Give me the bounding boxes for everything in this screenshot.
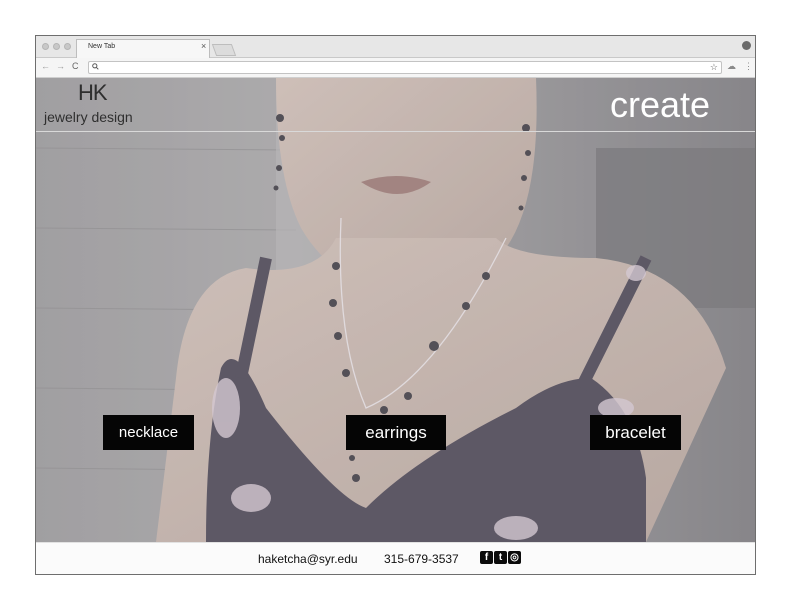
page-content: HK jewelry design create necklace earrin… <box>36 78 755 542</box>
site-footer: haketcha@syr.edu 315-679-3537 f t ◎ <box>36 542 755 574</box>
star-icon[interactable]: ☆ <box>710 62 718 73</box>
contact-email[interactable]: haketcha@syr.edu <box>258 552 358 566</box>
tab-bar: New Tab × <box>36 36 755 58</box>
contact-phone: 315-679-3537 <box>384 552 459 566</box>
twitter-icon[interactable]: t <box>494 551 507 564</box>
window-close-dot[interactable] <box>42 43 49 50</box>
earrings-button[interactable]: earrings <box>346 415 446 450</box>
facebook-icon[interactable]: f <box>480 551 493 564</box>
browser-toolbar: ← → C ☆ ☁ ⋮ <box>36 58 755 78</box>
bracelet-button[interactable]: bracelet <box>590 415 681 450</box>
window-minimize-dot[interactable] <box>53 43 60 50</box>
necklace-button[interactable]: necklace <box>103 415 194 450</box>
logo-subtitle: jewelry design <box>44 109 133 125</box>
address-bar[interactable]: ☆ <box>88 61 722 74</box>
forward-icon[interactable]: → <box>56 61 65 71</box>
back-icon[interactable]: ← <box>41 61 50 71</box>
profile-icon[interactable] <box>742 41 751 50</box>
reload-icon[interactable]: C <box>72 61 79 71</box>
search-icon <box>92 63 99 70</box>
tab-close-icon[interactable]: × <box>201 41 206 51</box>
instagram-icon[interactable]: ◎ <box>508 551 521 564</box>
extension-icon[interactable]: ☁ <box>727 61 736 72</box>
tab-title: New Tab <box>88 43 116 50</box>
browser-window: New Tab × ← → C ☆ ☁ ⋮ HK jewelry design … <box>35 35 756 575</box>
new-tab-button[interactable] <box>211 44 237 56</box>
hero-photo <box>36 78 755 542</box>
site-header: HK jewelry design create <box>36 78 755 132</box>
menu-icon[interactable]: ⋮ <box>744 61 753 72</box>
logo-mark[interactable]: HK <box>78 80 108 106</box>
window-zoom-dot[interactable] <box>64 43 71 50</box>
create-link[interactable]: create <box>610 84 710 126</box>
